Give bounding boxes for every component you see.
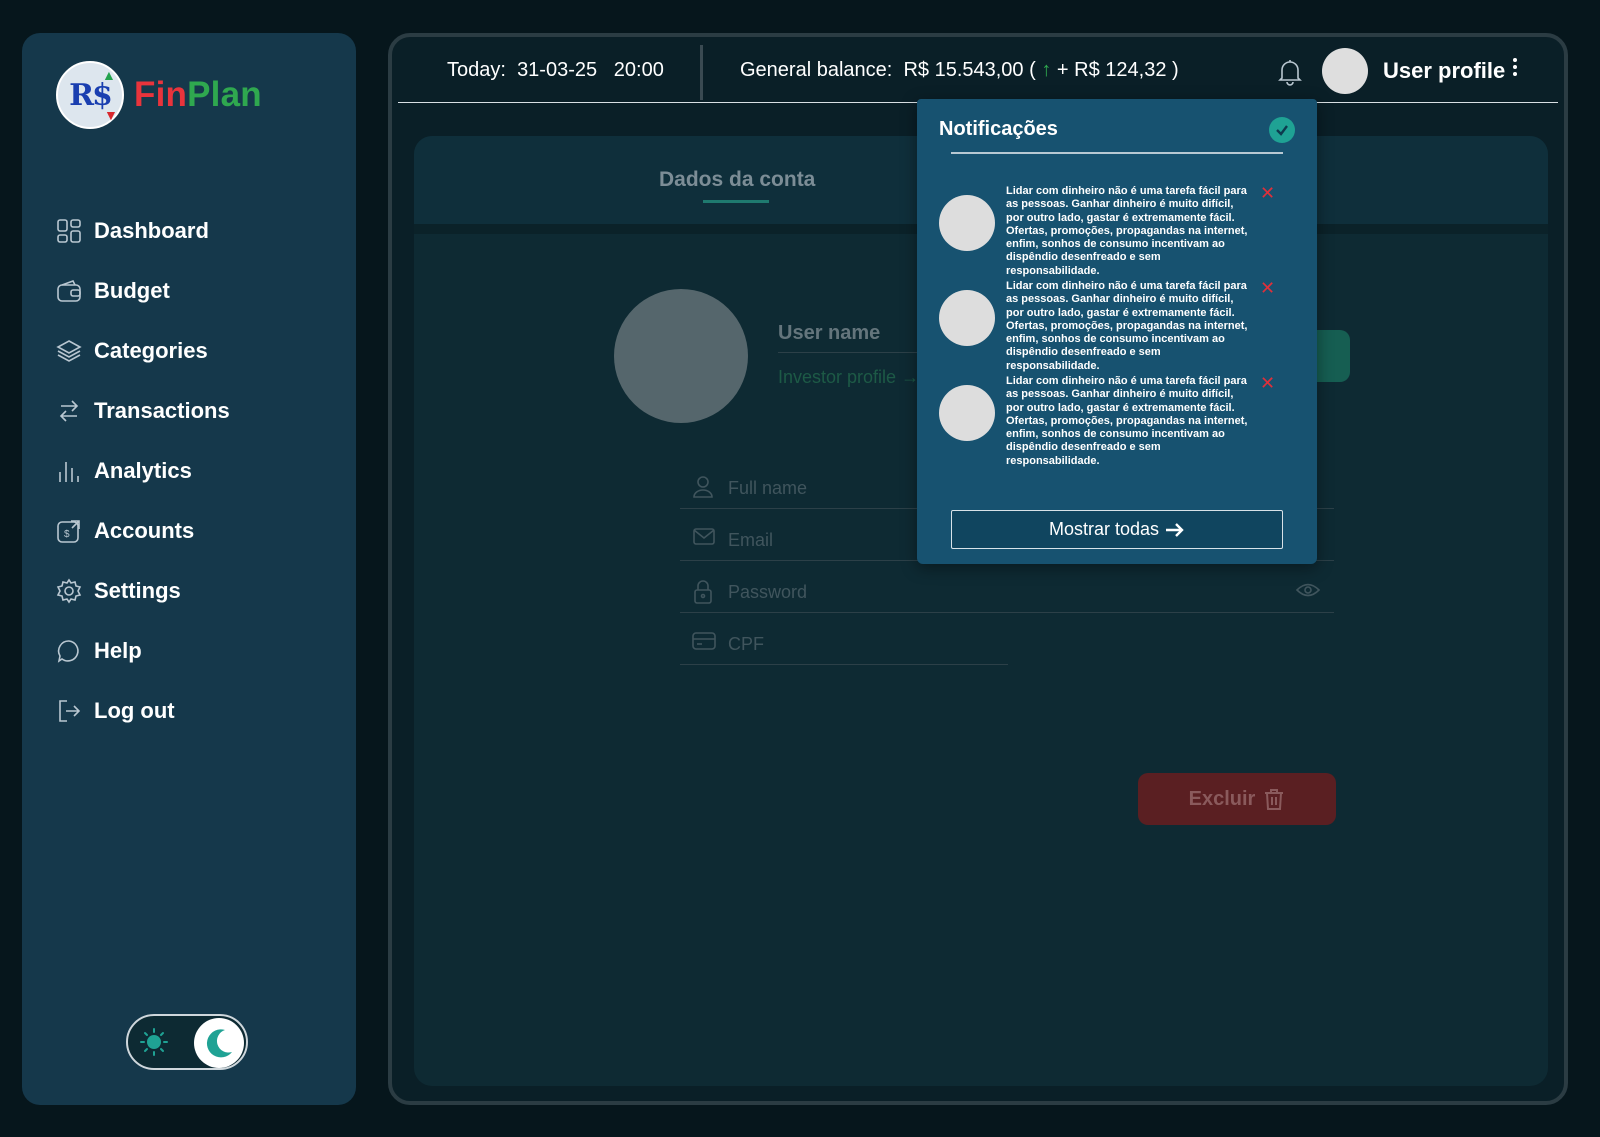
top-bar: Today: 31-03-25 20:00 General balance: R… — [398, 41, 1558, 103]
arrow-down-icon: ▼ — [104, 107, 118, 123]
wallet-icon — [57, 280, 81, 302]
sidebar-item-label: Categories — [94, 338, 208, 363]
sidebar-item-label: Dashboard — [94, 218, 209, 243]
brand-name-part2: Plan — [187, 75, 262, 114]
trash-icon — [1265, 789, 1284, 810]
balance-value: R$ 15.543,00 — [903, 59, 1024, 81]
today-time: 20:00 — [613, 59, 664, 81]
show-all-button[interactable]: Mostrar todas — [951, 510, 1283, 549]
notification-avatar — [939, 195, 995, 251]
notification-text: Lidar com dinheiro não é uma tarefa fáci… — [1006, 185, 1248, 277]
notifications-divider — [951, 152, 1283, 154]
dismiss-icon[interactable]: ✕ — [1260, 183, 1275, 204]
email-placeholder: Email — [728, 530, 774, 550]
theme-toggle[interactable] — [126, 1014, 248, 1070]
sun-icon[interactable] — [132, 1020, 176, 1064]
brand-name: FinPlan — [134, 75, 262, 115]
dismiss-icon[interactable]: ✕ — [1260, 278, 1275, 299]
balance-label: General balance: — [740, 59, 893, 81]
eye-icon[interactable] — [1296, 581, 1320, 599]
sidebar-item-help[interactable]: Help — [56, 621, 326, 681]
notification-text: Lidar com dinheiro não é uma tarefa fáci… — [1006, 280, 1248, 372]
brand-name-part1: Fin — [134, 75, 188, 114]
password-field[interactable]: Password — [680, 573, 1334, 613]
sidebar-item-settings[interactable]: Settings — [56, 561, 326, 621]
arrow-right-icon — [1166, 522, 1184, 537]
general-balance: General balance: R$ 15.543,00 ( ↑ + R$ 1… — [740, 59, 1179, 81]
swap-icon — [59, 400, 79, 422]
moon-icon[interactable] — [194, 1018, 244, 1068]
tab-account-data[interactable]: Dados da conta — [659, 168, 815, 192]
sidebar-item-accounts[interactable]: $ Accounts — [56, 501, 326, 561]
notifications-popup: Notificações Lidar com dinheiro não é um… — [917, 99, 1317, 564]
sidebar-item-analytics[interactable]: Analytics — [56, 441, 326, 501]
lock-icon — [694, 580, 712, 604]
sidebar-item-logout[interactable]: Log out — [56, 681, 326, 741]
svg-text:$: $ — [64, 529, 70, 540]
id-card-icon — [692, 632, 716, 650]
sidebar: R$ ▲ ▼ FinPlan Dashboard Budget Categori… — [22, 33, 356, 1105]
delete-account-button[interactable]: Excluir — [1138, 773, 1336, 825]
arrow-up-icon: ↑ — [1041, 59, 1052, 81]
sidebar-item-label: Help — [94, 638, 142, 663]
sidebar-item-label: Accounts — [94, 518, 195, 543]
sidebar-item-categories[interactable]: Categories — [56, 321, 326, 381]
sidebar-item-label: Log out — [94, 698, 175, 723]
logo-badge-icon: R$ ▲ ▼ — [56, 61, 124, 129]
today-date: 31-03-25 — [517, 59, 598, 81]
bell-icon[interactable] — [1278, 58, 1302, 91]
notification-text: Lidar com dinheiro não é uma tarefa fáci… — [1006, 375, 1248, 467]
sidebar-item-budget[interactable]: Budget — [56, 261, 326, 321]
investor-profile-link[interactable]: Investor profile → — [778, 367, 919, 388]
account-icon: $ — [57, 520, 80, 543]
kebab-menu-icon[interactable] — [1510, 56, 1520, 79]
profile-avatar[interactable] — [614, 289, 748, 423]
bar-chart-icon — [59, 462, 79, 482]
sidebar-nav: Dashboard Budget Categories Transactions… — [56, 201, 326, 741]
notification-item[interactable]: Lidar com dinheiro não é uma tarefa fáci… — [939, 183, 1289, 277]
notification-avatar — [939, 290, 995, 346]
grid-icon — [57, 219, 81, 243]
notification-item[interactable]: Lidar com dinheiro não é uma tarefa fáci… — [939, 373, 1289, 467]
cpf-placeholder: CPF — [728, 634, 764, 654]
notification-item[interactable]: Lidar com dinheiro não é uma tarefa fáci… — [939, 278, 1289, 372]
chat-bubble-icon — [57, 640, 79, 663]
sidebar-item-label: Transactions — [94, 398, 230, 423]
mark-all-read-icon[interactable] — [1269, 117, 1295, 143]
show-all-label: Mostrar todas — [1048, 519, 1160, 539]
today-display: Today: 31-03-25 20:00 — [447, 59, 664, 82]
balance-change: + R$ 124,32 — [1056, 59, 1167, 81]
logout-icon — [59, 700, 81, 722]
delete-label: Excluir — [1188, 787, 1256, 810]
user-name: User name — [778, 322, 881, 344]
arrow-up-icon: ▲ — [102, 67, 116, 83]
layers-icon — [56, 340, 82, 362]
full-name-placeholder: Full name — [728, 478, 808, 498]
sidebar-item-label: Settings — [94, 578, 181, 603]
mail-icon — [693, 528, 715, 545]
notification-avatar — [939, 385, 995, 441]
sidebar-item-label: Budget — [94, 278, 170, 303]
investor-profile-label: Investor profile — [778, 367, 897, 387]
password-placeholder: Password — [728, 582, 808, 602]
avatar[interactable] — [1322, 48, 1368, 94]
sidebar-item-label: Analytics — [94, 458, 192, 483]
header-divider — [700, 45, 703, 100]
sidebar-item-transactions[interactable]: Transactions — [56, 381, 326, 441]
today-label: Today: — [447, 59, 506, 81]
notifications-title: Notificações — [939, 118, 1058, 140]
dismiss-icon[interactable]: ✕ — [1260, 373, 1275, 394]
sidebar-item-dashboard[interactable]: Dashboard — [56, 201, 326, 261]
user-icon — [693, 476, 713, 498]
gear-icon — [56, 578, 82, 604]
user-profile-label[interactable]: User profile — [1383, 58, 1505, 84]
logo[interactable]: R$ ▲ ▼ FinPlan — [56, 61, 262, 129]
user-name-underline — [778, 352, 928, 353]
cpf-field[interactable]: CPF — [680, 625, 1008, 665]
tab-active-indicator — [703, 200, 769, 203]
